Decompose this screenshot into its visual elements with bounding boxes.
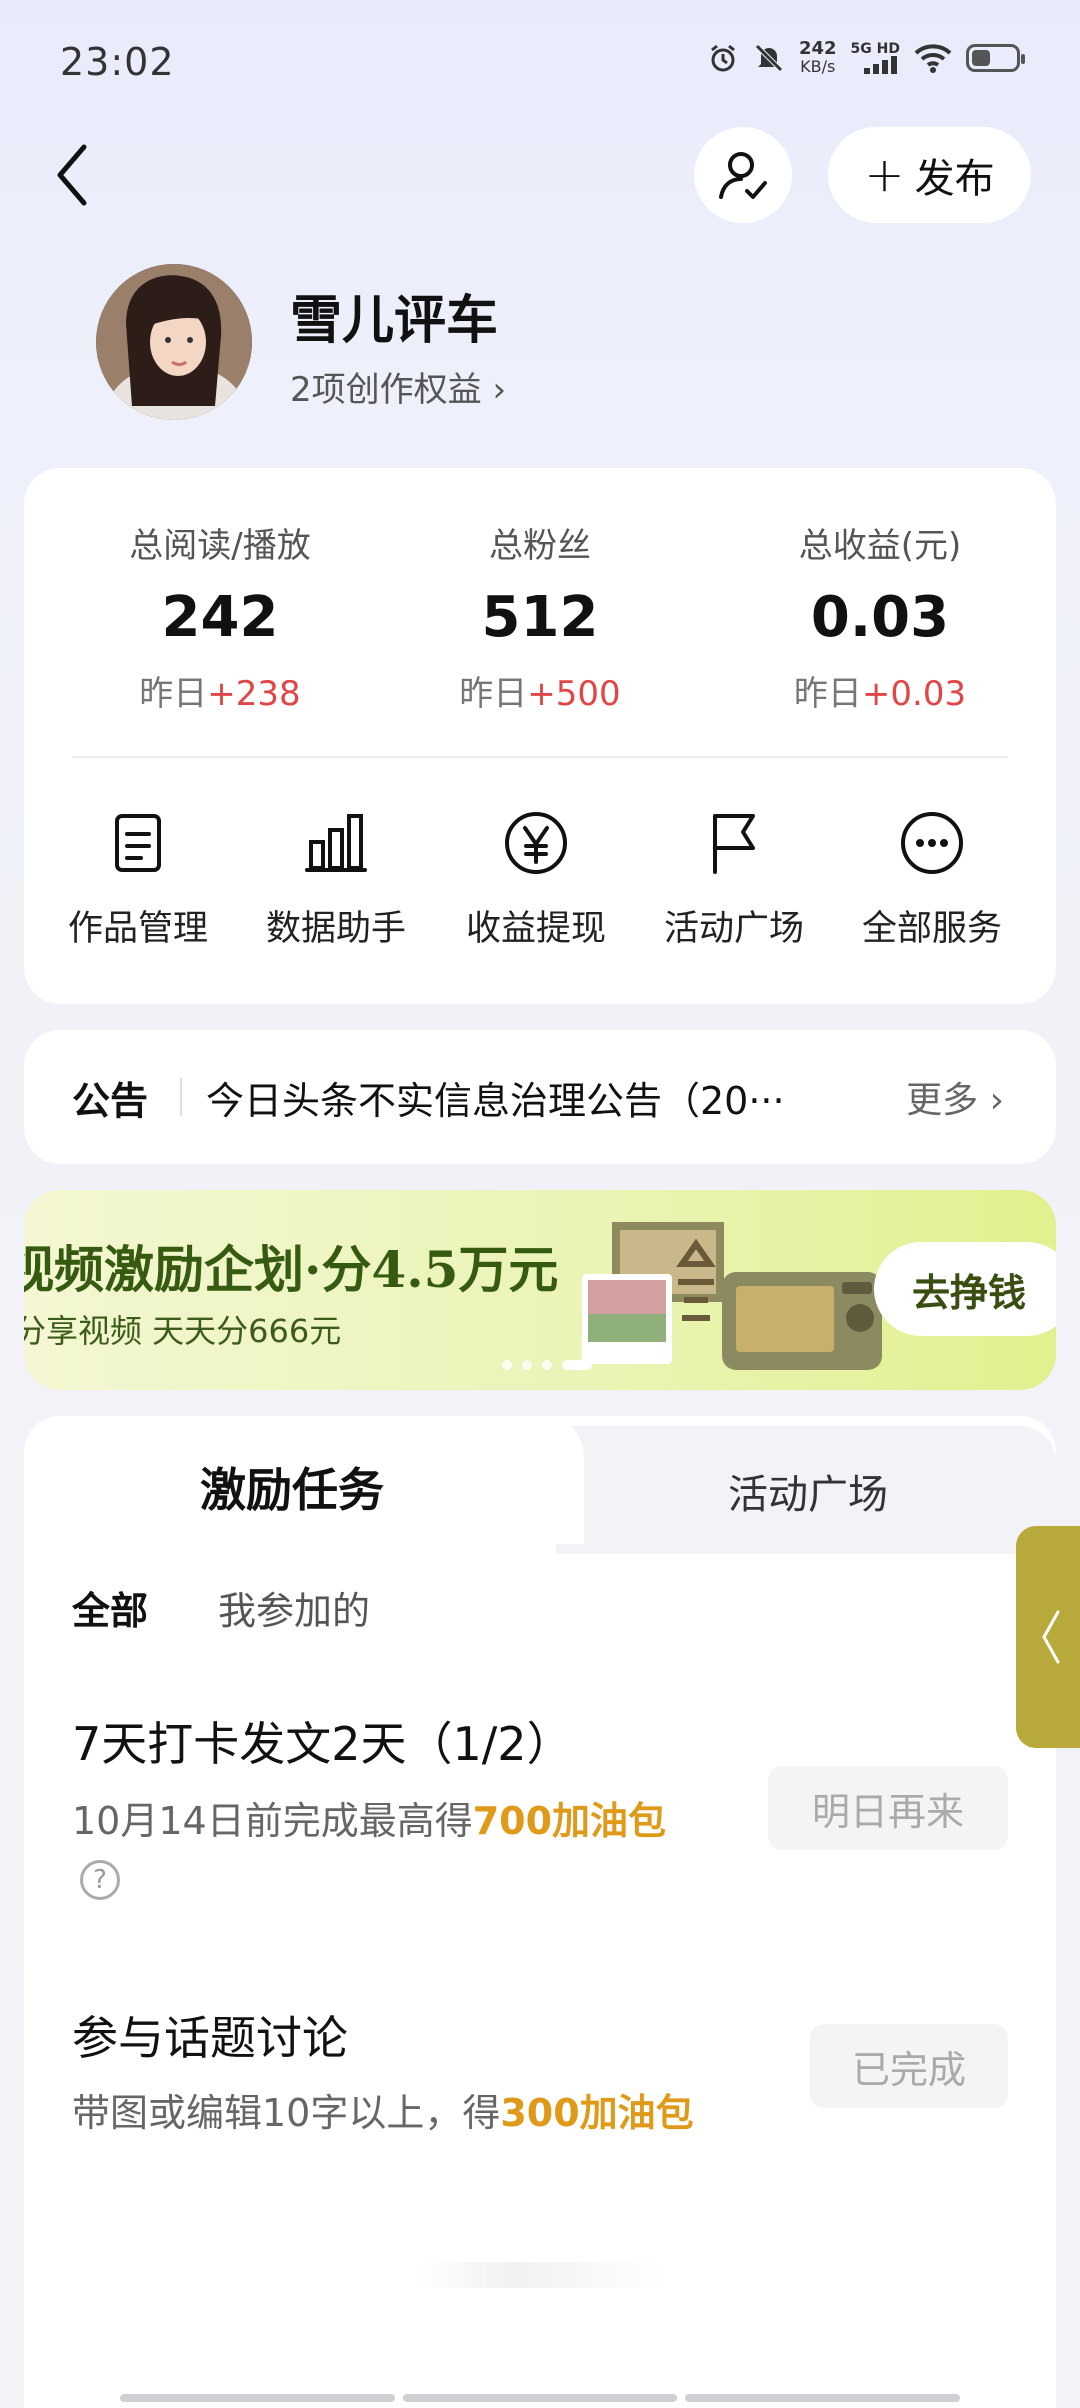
back-button[interactable] xyxy=(40,135,110,215)
wifi-icon xyxy=(914,44,952,73)
alarm-icon xyxy=(711,44,735,72)
tab-activity-plaza[interactable]: 活动广场 xyxy=(728,1462,888,1520)
service-activity-plaza[interactable]: 活动广场 xyxy=(644,808,824,951)
banner-title: 视频激励企划·分4.5万元 xyxy=(24,1240,559,1299)
notice-more-link[interactable]: 更多 › xyxy=(906,1071,1004,1123)
profile-name: 雪儿评车 xyxy=(290,291,499,351)
service-all-services[interactable]: 全部服务 xyxy=(842,808,1022,951)
document-icon xyxy=(115,814,161,872)
filter-all[interactable]: 全部 xyxy=(72,1580,148,1635)
stat-reads[interactable]: 总阅读/播放 242 昨日+238 xyxy=(70,518,370,715)
user-switch-button[interactable] xyxy=(694,127,792,223)
task-desc: 10月14日前完成最高得700加油包 xyxy=(72,1799,667,1843)
service-works-management[interactable]: 作品管理 xyxy=(48,808,228,951)
notice-bar[interactable]: 公告 今日头条不实信息治理公告（20··· 更多 › xyxy=(24,1030,1056,1164)
task-status-button[interactable]: 明日再来 xyxy=(768,1766,1008,1850)
pagination-dot-active xyxy=(562,1360,592,1370)
chevron-left-icon xyxy=(57,144,87,206)
pagination-dot xyxy=(502,1360,512,1370)
earn-money-button[interactable]: 去挣钱 xyxy=(874,1242,1056,1336)
side-float-tab[interactable] xyxy=(1016,1526,1080,1748)
banner-subtitle: 分享视频 天天分666元 xyxy=(24,1312,342,1350)
battery-icon xyxy=(966,44,1025,72)
notice-text[interactable]: 今日头条不实信息治理公告（20··· xyxy=(206,1070,866,1125)
service-earnings-withdraw[interactable]: 收益提现 xyxy=(446,808,626,951)
pagination-dot xyxy=(542,1360,552,1370)
promo-banner[interactable]: 视频激励企划·分4.5万元 分享视频 天天分666元 去挣钱 xyxy=(24,1190,1056,1390)
publish-button[interactable]: + 发布 xyxy=(828,127,1031,223)
mute-bell-icon xyxy=(755,44,783,72)
more-icon xyxy=(901,812,963,874)
notice-divider xyxy=(180,1078,182,1116)
status-icons: 242 KB/s 5G HD xyxy=(707,38,1025,76)
pagination-dot xyxy=(522,1360,532,1370)
creator-benefits-link[interactable]: 2项创作权益 › xyxy=(290,362,506,411)
yen-icon xyxy=(505,812,567,874)
avatar-image xyxy=(96,264,252,420)
tasks-panel: 激励任务 活动广场 全部 我参加的 7天打卡发文2天（1/2） 10月14日前完… xyxy=(24,1416,1056,2408)
notice-title: 公告 xyxy=(72,1078,149,1123)
loading-indicator xyxy=(416,2262,664,2288)
task-title: 7天打卡发文2天（1/2） xyxy=(72,1717,573,1771)
banner-illustration xyxy=(582,1222,882,1370)
task-title: 参与话题讨论 xyxy=(72,2011,348,2065)
stat-earnings[interactable]: 总收益(元) 0.03 昨日+0.03 xyxy=(730,518,1030,715)
help-icon[interactable]: ? xyxy=(80,1860,120,1900)
stats-card: 总阅读/播放 242 昨日+238 总粉丝 512 昨日+500 总收益(元) … xyxy=(24,468,1056,1004)
filter-mine[interactable]: 我参加的 xyxy=(218,1580,370,1635)
task-desc: 带图或编辑10字以上，得300加油包 xyxy=(72,2091,694,2135)
publish-label: 发布 xyxy=(914,156,995,202)
task-status-button[interactable]: 已完成 xyxy=(810,2024,1008,2108)
banner-pagination xyxy=(502,1360,592,1370)
stat-fans[interactable]: 总粉丝 512 昨日+500 xyxy=(390,518,690,715)
home-indicator xyxy=(120,2394,961,2402)
flag-icon xyxy=(713,814,755,874)
status-time: 23:02 xyxy=(60,40,175,84)
user-check-icon xyxy=(719,152,767,199)
divider xyxy=(72,756,1008,758)
avatar[interactable] xyxy=(96,264,252,420)
signal-icon: 5G HD xyxy=(851,42,900,74)
chevron-left-icon xyxy=(1042,1610,1060,1664)
net-speed: 242 KB/s xyxy=(798,38,837,76)
service-data-assistant[interactable]: 数据助手 xyxy=(246,808,426,951)
tab-incentive-tasks[interactable]: 激励任务 xyxy=(200,1454,384,1520)
plus-icon: + xyxy=(864,147,905,203)
creator-center-page: 23:02 242 KB/s 5G HD + 发布 雪儿评车 2项创作权益 › … xyxy=(0,0,1080,2408)
bar-chart-icon xyxy=(305,814,367,872)
